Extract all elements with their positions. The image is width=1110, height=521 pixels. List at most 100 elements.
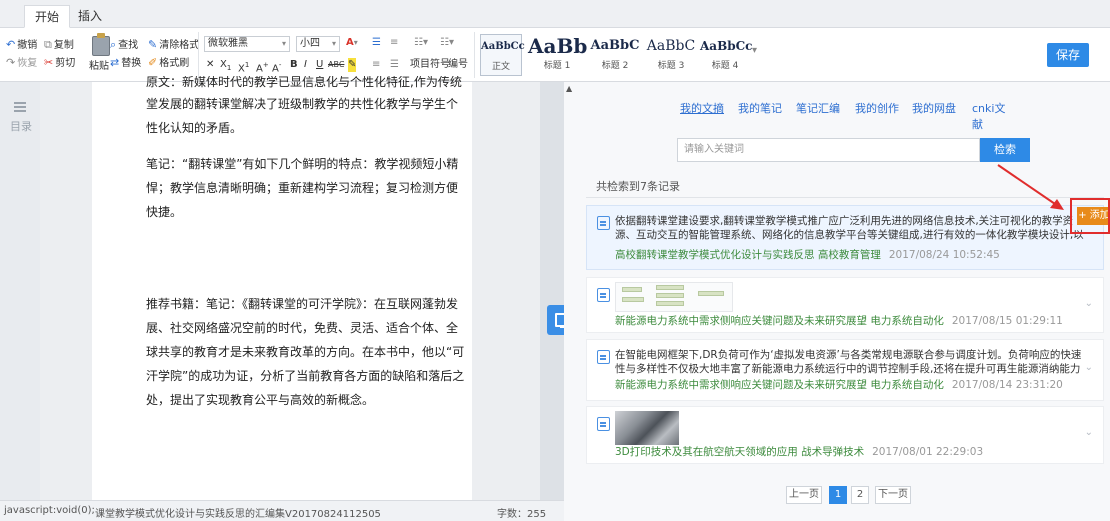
result-item[interactable]: 3D打印技术及其在航空航天领域的应用 战术导弹技术 2017/08/01 22:2… (586, 406, 1104, 464)
tab-my-notes[interactable]: 我的笔记 (738, 100, 782, 116)
style-label: 标题 1 (543, 61, 571, 71)
search-input[interactable]: 请输入关键词 (677, 138, 980, 162)
indent-icon[interactable]: ≡ (372, 58, 380, 72)
document-paragraph: 堂发展的翻转课堂解决了班级制教学的共性化教学与学生个性化认知的矛盾。 (146, 97, 459, 135)
scroll-up-icon[interactable]: ▲ (566, 84, 572, 93)
copy-icon: ⧉ (44, 38, 52, 51)
style-heading-3[interactable]: AaBbC 标题 3 (644, 34, 698, 76)
font-size-select[interactable]: 小四 ▾ (296, 36, 340, 52)
style-sample: AaBbCc (481, 41, 525, 52)
find-label: 查找 (118, 40, 139, 51)
paste-button[interactable]: 粘贴 (89, 60, 109, 74)
clear-x-icon[interactable]: ✕ (206, 58, 214, 72)
divider (474, 32, 475, 78)
replace-button[interactable]: ⇄ 替换 (110, 56, 141, 71)
result-excerpt: 在智能电网框架下,DR负荷可作为‘虚拟发电资源’与各类常规电源联合参与调度计划。… (615, 349, 1082, 375)
toc-sidebar[interactable]: 目录 (0, 82, 40, 500)
more-styles-icon[interactable]: ▾ (752, 44, 757, 58)
tab-start[interactable]: 开始 (24, 5, 71, 28)
tab-my-drive[interactable]: 我的网盘 (912, 100, 956, 116)
copy-label: 复制 (53, 40, 74, 51)
document-icon (597, 216, 610, 230)
annotation-highlight-box (1070, 198, 1110, 234)
chevron-down-icon: ▾ (281, 39, 286, 48)
tab-cnki-literature[interactable]: cnki文献 (972, 100, 1012, 132)
font-family-select[interactable]: 微软雅黑 ▾ (204, 36, 290, 52)
bullet-list-icon[interactable]: ☷▾ (414, 36, 428, 50)
italic-icon[interactable]: I (304, 58, 307, 72)
eraser-icon: ✎ (148, 38, 158, 51)
shrink-font-icon[interactable]: A- (272, 58, 281, 76)
style-sample: AaBbC (646, 38, 696, 54)
result-meta: 新能源电力系统中需求侧响应关键问题及未来研究展望 电力系统自动化 2017/08/… (615, 378, 1063, 392)
style-heading-2[interactable]: AaBbC 标题 2 (590, 34, 640, 76)
cut-button[interactable]: ✂ 剪切 (44, 56, 75, 71)
format-painter-label: 格式刷 (159, 58, 190, 69)
style-label: 标题 3 (657, 61, 685, 71)
result-item[interactable]: 依据翻转课堂建设要求,翻转课堂教学模式推广应广泛利用先进的网络信息技术,关注可视… (586, 205, 1104, 270)
clear-format-button[interactable]: ✎ 清除格式 (148, 38, 199, 53)
find-button[interactable]: ⌕ 查找 (110, 38, 138, 53)
font-color-button[interactable]: A▾ (346, 36, 358, 50)
page-button[interactable]: 1 (829, 486, 847, 504)
replace-icon: ⇄ (110, 56, 120, 69)
undo-button[interactable]: ↶ 撤销 (6, 38, 37, 53)
style-label: 正文 (491, 62, 510, 72)
document-paragraph: 推荐书籍：笔记：《翻转课堂的可汗学院》：在互联网蓬勃发展、社交网络盛况空前的时代… (146, 297, 465, 407)
result-count: 共检索到7条记录 (596, 180, 680, 193)
diagram-thumbnail (615, 282, 733, 312)
result-source[interactable]: 新能源电力系统中需求侧响应关键问题及未来研究展望 电力系统自动化 (615, 315, 944, 327)
align-center-icon[interactable]: ≡ (390, 36, 398, 50)
panel-splitter[interactable] (540, 82, 564, 512)
result-source[interactable]: 新能源电力系统中需求侧响应关键问题及未来研究展望 电力系统自动化 (615, 379, 944, 391)
numbered-list-icon[interactable]: ☷▾ (440, 36, 454, 50)
subscript-icon[interactable]: X1 (220, 58, 231, 75)
result-item[interactable]: 新能源电力系统中需求侧响应关键问题及未来研究展望 电力系统自动化 2017/08/… (586, 277, 1104, 333)
redo-button[interactable]: ↷ 恢复 (6, 56, 37, 71)
superscript-icon[interactable]: X1 (238, 58, 249, 76)
document-page[interactable]: 原文：新媒体时代的教学已显信息化与个性化特征,作为传统课 堂发展的翻转课堂解决了… (92, 76, 472, 500)
next-page-button[interactable]: 下一页 (875, 486, 911, 504)
strikethrough-icon[interactable]: ABC (328, 58, 344, 72)
chevron-down-icon[interactable]: ⌄ (1085, 427, 1093, 438)
result-item[interactable]: 在智能电网框架下,DR负荷可作为‘虚拟发电资源’与各类常规电源联合参与调度计划。… (586, 339, 1104, 401)
save-button[interactable]: 保存 (1047, 43, 1089, 67)
style-heading-1[interactable]: AaBb 标题 1 (528, 34, 587, 76)
result-date: 2017/08/14 23:31:20 (951, 379, 1063, 391)
document-icon (597, 288, 610, 302)
status-link-text: javascript:void(0); (4, 505, 95, 516)
bold-icon[interactable]: B (290, 58, 298, 72)
prev-page-button[interactable]: 上一页 (786, 486, 822, 504)
document-filename: 课堂教学模式优化设计与实践反思的汇编集V20170824112505 (95, 509, 381, 520)
format-painter-button[interactable]: ✐ 格式刷 (148, 56, 189, 71)
chevron-down-icon[interactable]: ⌄ (1085, 362, 1093, 373)
ribbon-tab-bar: 开始 插入 (0, 0, 1110, 28)
outdent-icon[interactable]: ☰ (390, 58, 399, 72)
result-source[interactable]: 3D打印技术及其在航空航天领域的应用 战术导弹技术 (615, 446, 864, 458)
numbering-button[interactable]: 编号 (448, 58, 468, 72)
clipboard-icon[interactable] (92, 33, 110, 56)
search-button[interactable]: 检索 (980, 138, 1030, 162)
tab-my-excerpts[interactable]: 我的文摘 (680, 100, 724, 116)
status-bar: javascript:void(0); 课堂教学模式优化设计与实践反思的汇编集V… (0, 500, 564, 521)
result-meta: 高校翻转课堂教学模式优化设计与实践反思 高校教育管理 2017/08/24 10:… (615, 248, 1000, 262)
tab-my-creations[interactable]: 我的创作 (855, 100, 899, 116)
align-left-icon[interactable]: ☰ (372, 36, 381, 50)
page-button[interactable]: 2 (851, 486, 869, 504)
underline-icon[interactable]: U (316, 58, 323, 72)
clear-format-label: 清除格式 (159, 40, 200, 51)
scissors-icon: ✂ (44, 56, 54, 69)
style-normal[interactable]: AaBbCc 正文 (480, 34, 525, 76)
copy-button[interactable]: ⧉ 复制 (44, 38, 74, 53)
tab-insert[interactable]: 插入 (68, 5, 112, 28)
tab-note-compilation[interactable]: 笔记汇编 (796, 100, 840, 116)
chevron-down-icon: ▾ (353, 38, 358, 47)
document-paragraph: 笔记：“翻转课堂”有如下几个鲜明的特点：教学视频短小精悍；教学信息清晰明确；重新… (146, 157, 459, 219)
chevron-down-icon[interactable]: ⌄ (1085, 298, 1093, 309)
grow-font-icon[interactable]: A+ (256, 58, 269, 76)
style-heading-4[interactable]: AaBbCc 标题 4 (700, 34, 752, 76)
redo-label: 恢复 (17, 58, 38, 69)
result-source[interactable]: 高校翻转课堂教学模式优化设计与实践反思 高校教育管理 (615, 249, 881, 261)
bullets-button[interactable]: 项目符号 (410, 58, 450, 72)
highlight-icon[interactable]: ✎ (348, 58, 357, 72)
